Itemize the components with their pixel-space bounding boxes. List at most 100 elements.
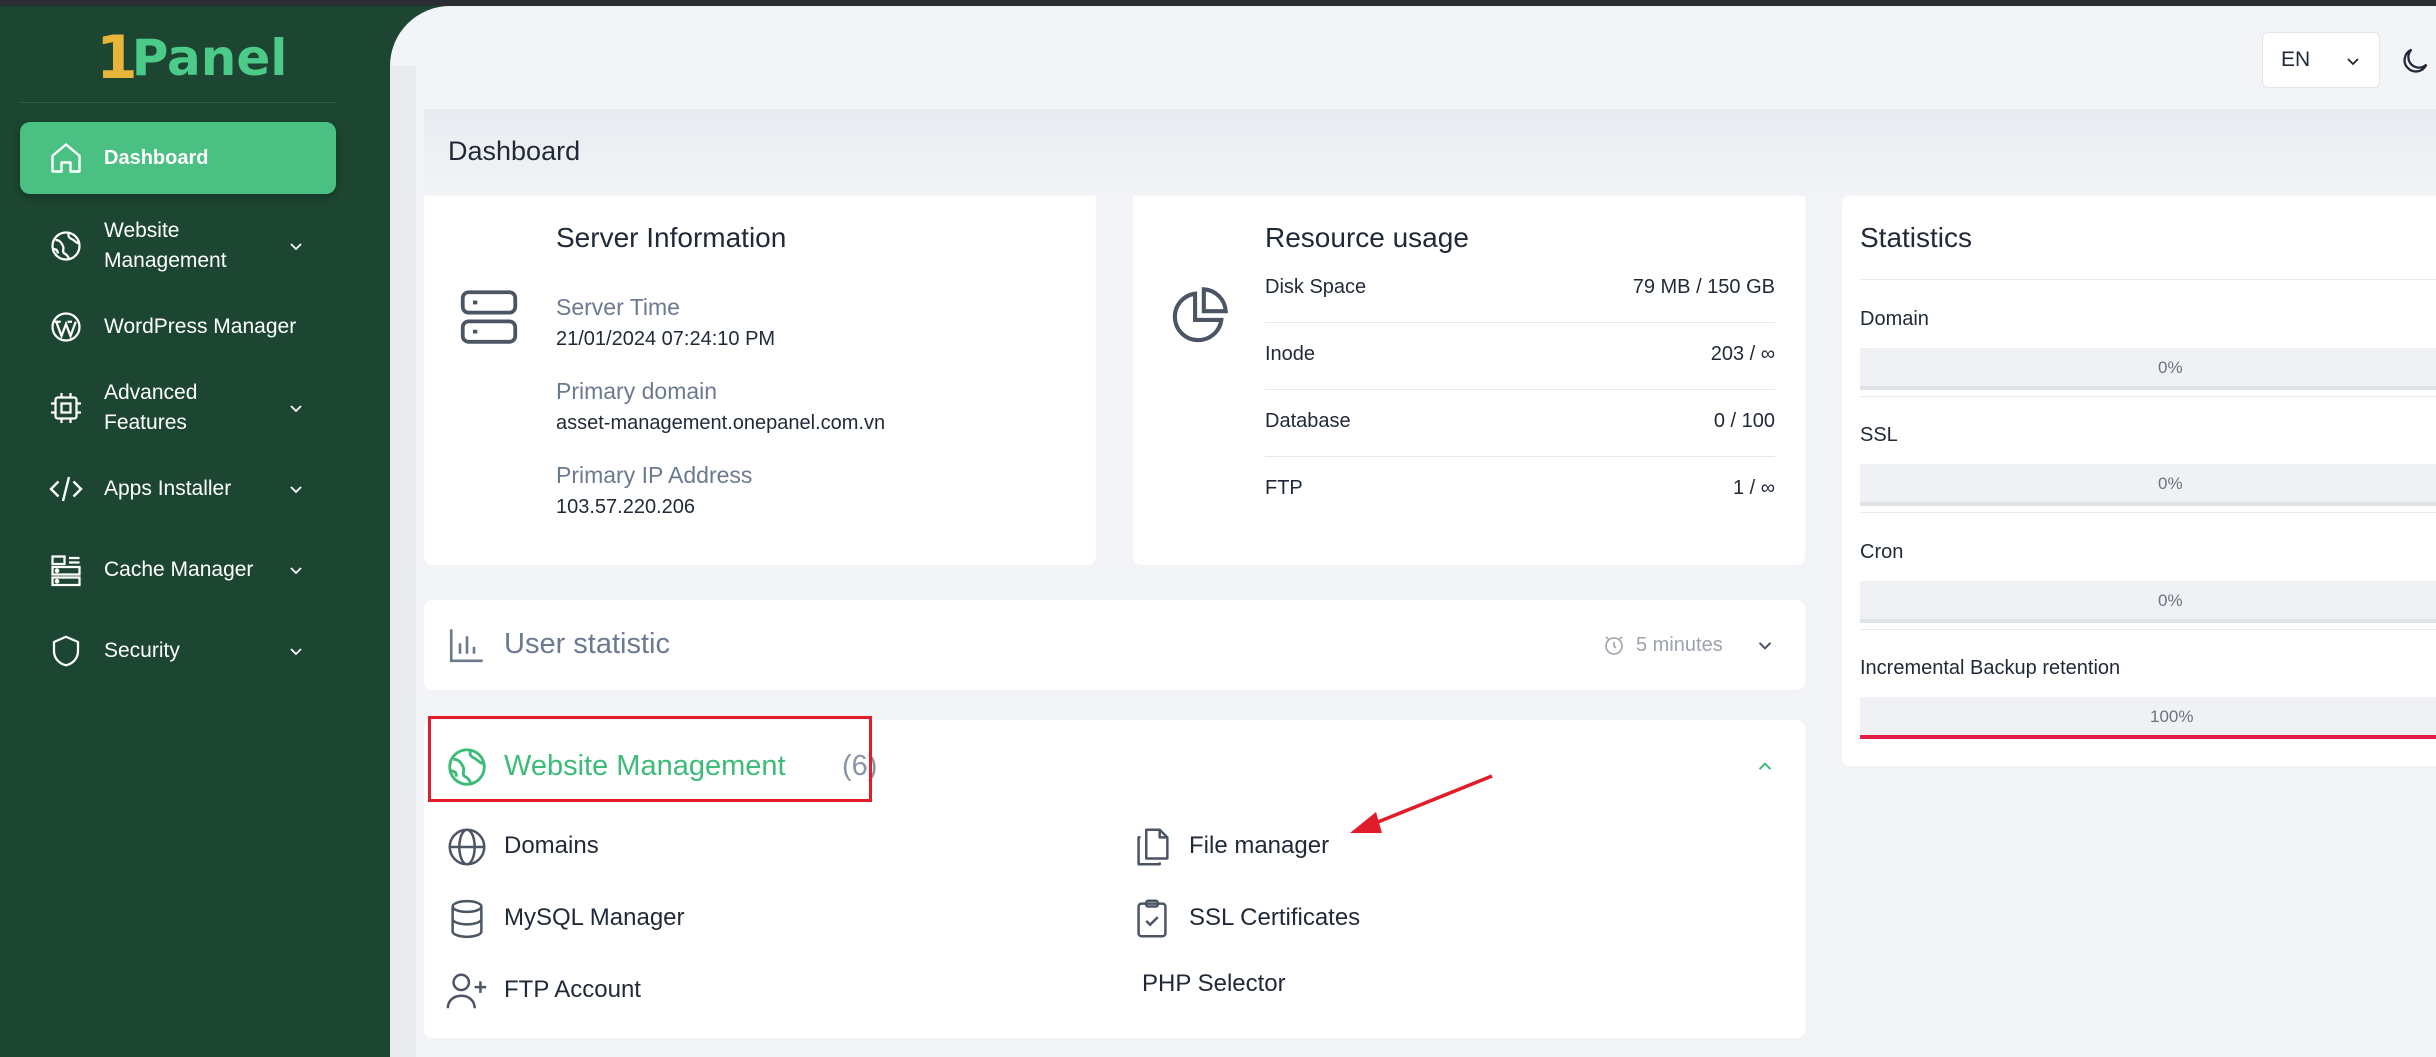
globe-network-icon [48,228,84,264]
primary-domain-label: Primary domain [556,378,718,404]
chevron-up-icon[interactable] [1754,756,1776,778]
sidebar-item-website-management[interactable]: Website Management [20,210,336,282]
sidebar: 1 Panel Dashboard Website Management Wor… [0,6,365,1057]
server-icon [454,282,524,352]
refresh-interval[interactable]: 5 minutes [1636,634,1723,657]
resource-usage-title: Resource usage [1265,222,1469,253]
ssl-certificates-link[interactable]: SSL Certificates [1129,896,1360,942]
file-manager-link[interactable]: File manager [1129,824,1329,870]
chevron-down-icon [2343,51,2363,71]
code-icon [48,471,84,507]
chevron-down-icon [286,641,306,661]
sidebar-item-label: Website Management [104,219,227,272]
chevron-down-icon[interactable] [1754,634,1776,656]
language-value: EN [2281,48,2311,71]
primary-ip-label: Primary IP Address [556,462,753,488]
user-statistic-card[interactable]: User statistic 5 minutes [424,600,1805,690]
sidebar-item-label: WordPress Manager [104,315,297,338]
stat-label: SSL [1860,424,1898,446]
files-icon [1129,824,1175,870]
resource-label: FTP [1265,477,1303,499]
database-icon [444,896,490,942]
sidebar-divider [20,102,336,103]
clipboard-check-icon [1129,896,1175,942]
sidebar-item-apps-installer[interactable]: Apps Installer [20,453,336,525]
server-stack-icon [48,552,84,588]
progress-percent: 0% [2158,474,2183,493]
sidebar-item-label: Cache Manager [104,558,254,581]
sidebar-item-label: Advanced Features [104,381,198,434]
progress-percent: 0% [2158,358,2183,377]
stat-label: Incremental Backup retention [1860,657,2121,679]
progress-bar: 0% [1860,348,2436,390]
sidebar-item-label: Security [104,639,180,662]
home-icon [48,140,84,176]
moon-icon [2403,48,2428,73]
chevron-down-icon [286,398,306,418]
php-selector-label: PHP Selector [1142,970,1286,997]
resource-value: 79 MB / 150 GB [1632,276,1775,298]
sidebar-item-label: Dashboard [104,147,209,169]
primary-ip-value: 103.57.220.206 [556,496,696,518]
resource-label: Inode [1265,343,1316,365]
user-plus-icon [444,968,490,1014]
window-top-bar [0,0,2436,6]
page-header: Dashboard [424,109,2436,203]
divider [1860,279,2436,280]
progress-percent: 100% [2150,707,2194,726]
server-time-value: 21/01/2024 07:24:10 PM [556,328,776,350]
logo[interactable]: 1 Panel [96,23,287,93]
server-information-card: Server Information Server Time 21/01/202… [424,196,1096,565]
pie-chart-icon [1163,282,1233,352]
stat-label: Domain [1860,308,1929,330]
divider [1860,512,2436,513]
sidebar-item-dashboard[interactable]: Dashboard [20,122,336,194]
chevron-down-icon [286,236,306,256]
divider [1860,629,2436,630]
primary-domain-value: asset-management.onepanel.com.vn [556,412,886,434]
user-statistic-title: User statistic [504,628,670,660]
globe-icon [444,824,490,870]
sidebar-item-wordpress-manager[interactable]: WordPress Manager [20,291,336,363]
chip-icon [48,390,84,426]
progress-bar: 100% [1860,697,2436,739]
content-edge [390,66,416,1057]
mysql-manager-label: MySQL Manager [504,904,685,931]
domains-link[interactable]: Domains [444,824,599,870]
resource-value: 203 / ∞ [1710,343,1775,365]
page-title: Dashboard [448,136,581,166]
bar-chart-icon [446,624,488,666]
divider [1860,396,2436,397]
red-arrow-annotation [1350,774,1493,833]
mysql-manager-link[interactable]: MySQL Manager [444,896,685,942]
resource-value: 0 / 100 [1713,410,1775,432]
domains-label: Domains [504,832,599,859]
dark-mode-toggle[interactable] [2398,44,2432,78]
logo-one: 1 [96,23,138,93]
progress-percent: 0% [2158,591,2183,610]
statistics-card: Statistics Domain 0% SSL 0% Cron 0% Incr… [1842,196,2436,766]
main-content: EN Dashboard Server Information Server T… [390,6,2436,1057]
stat-label: Cron [1860,541,1904,563]
resource-row-disk: Disk Space 79 MB / 150 GB [1265,256,1775,323]
resource-row-database: Database 0 / 100 [1265,390,1775,457]
server-time-label: Server Time [556,294,680,320]
sidebar-item-cache-manager[interactable]: Cache Manager [20,534,336,606]
wordpress-icon [48,309,84,345]
sidebar-item-security[interactable]: Security [20,615,336,687]
chevron-down-icon [286,479,306,499]
resource-label: Database [1265,410,1351,432]
statistics-title: Statistics [1860,222,1973,253]
ftp-account-link[interactable]: FTP Account [444,968,641,1014]
highlight-box [428,716,872,802]
resource-value: 1 / ∞ [1732,477,1775,499]
server-information-title: Server Information [556,222,787,253]
progress-bar: 0% [1860,464,2436,506]
resource-row-inode: Inode 203 / ∞ [1265,323,1775,390]
resource-usage-card: Resource usage Disk Space 79 MB / 150 GB… [1133,196,1805,565]
sidebar-item-advanced-features[interactable]: Advanced Features [20,372,336,444]
resource-label: Disk Space [1265,276,1367,298]
language-select[interactable]: EN [2262,32,2380,88]
alarm-clock-icon [1602,633,1626,657]
progress-bar: 0% [1860,581,2436,623]
